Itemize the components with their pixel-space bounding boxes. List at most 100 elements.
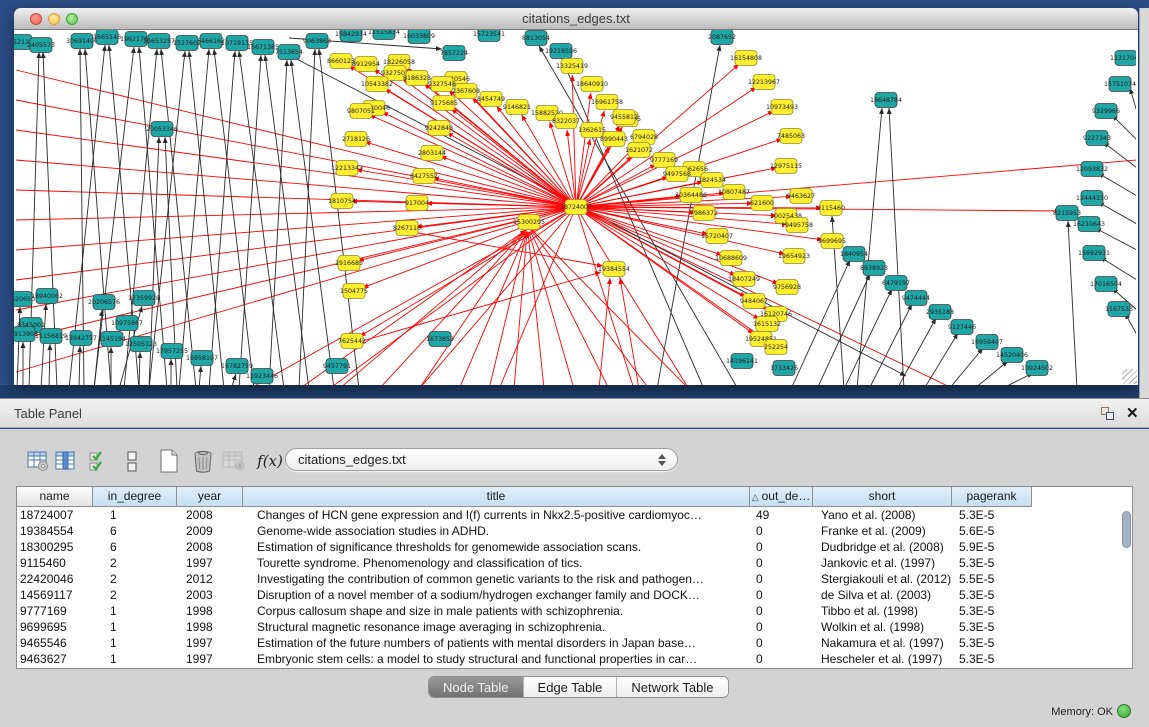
table-cell[interactable]: Tourette syndrome. Phenomenology and cla… — [243, 555, 750, 571]
table-cell[interactable]: 5.3E-5 — [952, 635, 1032, 651]
table-cell[interactable]: 5.5E-5 — [952, 571, 1032, 587]
column-header-pagerank[interactable]: pagerank — [952, 487, 1032, 507]
table-cell[interactable]: Genome-wide association studies in ADHD. — [243, 523, 750, 539]
table-cell[interactable]: Dudbridge et al. (2008) — [813, 539, 952, 555]
column-header-title[interactable]: title — [243, 487, 750, 507]
table-cell[interactable]: 0 — [750, 651, 813, 667]
table-cell[interactable]: 19384554 — [17, 523, 93, 539]
table-cell[interactable]: 5.3E-5 — [952, 507, 1032, 523]
select-all-rows-icon[interactable] — [86, 447, 112, 474]
table-cell[interactable]: 1997 — [177, 635, 243, 651]
table-cell[interactable]: 2 — [93, 555, 177, 571]
table-cell[interactable]: Estimation of the future numbers of pati… — [243, 635, 750, 651]
table-cell[interactable]: Estimation of significance thresholds fo… — [243, 539, 750, 555]
table-cell[interactable]: 5.3E-5 — [952, 651, 1032, 667]
table-cell[interactable]: 0 — [750, 555, 813, 571]
delete-table-icon[interactable] — [190, 447, 216, 474]
table-cell[interactable]: 5.3E-5 — [952, 587, 1032, 603]
table-cell[interactable]: 0 — [750, 523, 813, 539]
table-cell[interactable]: 1 — [93, 507, 177, 523]
table-cell[interactable]: 1 — [93, 635, 177, 651]
create-table-icon[interactable] — [156, 447, 182, 474]
table-cell[interactable]: 0 — [750, 603, 813, 619]
float-panel-icon[interactable] — [1101, 407, 1116, 422]
table-cell[interactable]: 1998 — [177, 619, 243, 635]
table-row[interactable]: 1938455462009Genome-wide association stu… — [17, 523, 1032, 539]
table-cell[interactable]: de Silva et al. (2003) — [813, 587, 952, 603]
table-cell[interactable]: 5.3E-5 — [952, 619, 1032, 635]
table-row[interactable]: 1872400712008Changes of HCN gene express… — [17, 507, 1032, 523]
table-cell[interactable]: 2009 — [177, 523, 243, 539]
table-cell[interactable]: Embryonic stem cells: a model to study s… — [243, 651, 750, 667]
table-cell[interactable]: Investigating the contribution of common… — [243, 571, 750, 587]
table-row[interactable]: 977716911998Corpus callosum shape and si… — [17, 603, 1032, 619]
table-scrollbar-thumb[interactable] — [1122, 511, 1131, 548]
table-cell[interactable]: 2 — [93, 571, 177, 587]
table-cell[interactable]: 49 — [750, 507, 813, 523]
table-cell[interactable]: 9465546 — [17, 635, 93, 651]
table-row[interactable]: 969969511998Structural magnetic resonanc… — [17, 619, 1032, 635]
table-cell[interactable]: 6 — [93, 539, 177, 555]
table-cell[interactable]: Tibbo et al. (1998) — [813, 603, 952, 619]
table-cell[interactable]: Stergiakouli et al. (2012) — [813, 571, 952, 587]
table-cell[interactable]: 5.6E-5 — [952, 523, 1032, 539]
table-cell[interactable]: 9699695 — [17, 619, 93, 635]
table-cell[interactable]: 0 — [750, 587, 813, 603]
column-header-year[interactable]: year — [177, 487, 243, 507]
table-cell[interactable]: 9777169 — [17, 603, 93, 619]
table-cell[interactable]: 2012 — [177, 571, 243, 587]
table-cell[interactable]: 5.3E-5 — [952, 555, 1032, 571]
unselect-rows-icon[interactable] — [120, 447, 146, 474]
table-row[interactable]: 946362711997Embryonic stem cells: a mode… — [17, 651, 1032, 667]
table-cell[interactable]: Changes of HCN gene expression and I(f) … — [243, 507, 750, 523]
table-cell[interactable]: 9115460 — [17, 555, 93, 571]
table-cell[interactable]: Corpus callosum shape and size in male p… — [243, 603, 750, 619]
table-cell[interactable]: 0 — [750, 635, 813, 651]
memory-status-led[interactable] — [1117, 704, 1131, 718]
tab-edge-table[interactable]: Edge Table — [523, 677, 617, 698]
table-cell[interactable]: 1 — [93, 651, 177, 667]
function-builder-icon[interactable]: f(x) — [253, 447, 287, 474]
table-row[interactable]: 1456911722003Disruption of a novel membe… — [17, 587, 1032, 603]
column-header-name[interactable]: name — [17, 487, 93, 507]
table-cell[interactable]: Disruption of a novel member of a sodium… — [243, 587, 750, 603]
table-cell[interactable]: 2008 — [177, 507, 243, 523]
table-cell[interactable]: 9463627 — [17, 651, 93, 667]
table-cell[interactable]: 18724007 — [17, 507, 93, 523]
table-cell[interactable]: 1997 — [177, 555, 243, 571]
table-cell[interactable]: 14569117 — [17, 587, 93, 603]
table-cell[interactable]: Wolkin et al. (1998) — [813, 619, 952, 635]
table-cell[interactable]: 2 — [93, 587, 177, 603]
table-row[interactable]: 1830029562008Estimation of significance … — [17, 539, 1032, 555]
column-header-out_de[interactable]: △out_de… — [750, 487, 813, 507]
close-panel-icon[interactable]: ✕ — [1126, 404, 1139, 422]
column-header-short[interactable]: short — [813, 487, 952, 507]
table-cell[interactable]: 5.3E-5 — [952, 603, 1032, 619]
table-cell[interactable]: 1 — [93, 619, 177, 635]
table-cell[interactable]: Yano et al. (2008) — [813, 507, 952, 523]
table-cell[interactable]: 0 — [750, 539, 813, 555]
table-selector-dropdown[interactable]: citations_edges.txt — [285, 448, 678, 471]
table-cell[interactable]: 6 — [93, 523, 177, 539]
table-cell[interactable]: 1998 — [177, 603, 243, 619]
table-cell[interactable]: 1997 — [177, 651, 243, 667]
network-canvas[interactable]: 8521312405573306914061665146196217641065… — [14, 30, 1138, 385]
table-cell[interactable]: 18300295 — [17, 539, 93, 555]
table-row[interactable]: 2242004622012Investigating the contribut… — [17, 571, 1032, 587]
table-cell[interactable]: 2003 — [177, 587, 243, 603]
column-header-in_degree[interactable]: in_degree — [93, 487, 177, 507]
table-cell[interactable]: 2008 — [177, 539, 243, 555]
table-cell[interactable]: 22420046 — [17, 571, 93, 587]
table-settings-icon[interactable] — [25, 447, 51, 474]
table-cell[interactable]: 1 — [93, 603, 177, 619]
table-cell[interactable]: 0 — [750, 619, 813, 635]
table-cell[interactable]: 5.9E-5 — [952, 539, 1032, 555]
select-columns-icon[interactable] — [53, 447, 79, 474]
table-cell[interactable]: Hescheler et al. (1997) — [813, 651, 952, 667]
table-cell[interactable]: Nakamura et al. (1997) — [813, 635, 952, 651]
tab-network-table[interactable]: Network Table — [616, 677, 727, 698]
table-row[interactable]: 946554611997Estimation of the future num… — [17, 635, 1032, 651]
table-cell[interactable]: Jankovic et al. (1997) — [813, 555, 952, 571]
table-row[interactable]: 911546021997Tourette syndrome. Phenomeno… — [17, 555, 1032, 571]
tab-node-table[interactable]: Node Table — [429, 677, 523, 698]
